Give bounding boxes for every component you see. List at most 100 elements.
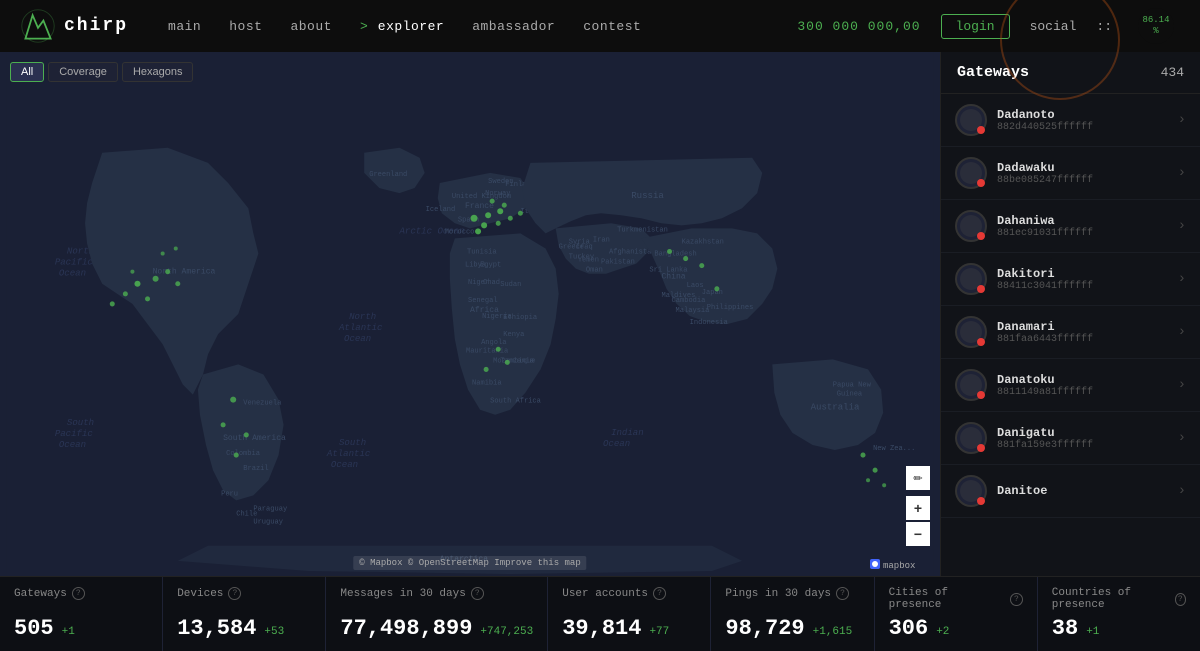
svg-text:Sri Lanka: Sri Lanka: [649, 267, 687, 275]
gateway-item[interactable]: Danatoku 8811149a81ffffff ›: [941, 359, 1200, 412]
svg-text:South: South: [339, 437, 366, 448]
sidebar-list: Dadanoto 882d440525ffffff › Dadawaku 88b…: [941, 94, 1200, 576]
logo-text: chirp: [64, 16, 128, 36]
map-zoom-out-button[interactable]: −: [906, 522, 930, 546]
gateway-item[interactable]: Danamari 881faa6443ffffff ›: [941, 306, 1200, 359]
gateway-avatar: [955, 422, 987, 454]
stat-value-row: 505 +1: [14, 616, 148, 641]
stat-info-icon[interactable]: ?: [836, 587, 849, 600]
gateway-name: Dadawaku: [997, 161, 1178, 175]
svg-text:Atlantic: Atlantic: [326, 448, 370, 459]
stat-info-icon[interactable]: ?: [1010, 593, 1023, 606]
svg-text:Russia: Russia: [631, 190, 664, 201]
svg-text:Sudan: Sudan: [500, 281, 521, 289]
gateway-status-dot: [977, 285, 985, 293]
nav-explorer[interactable]: explorer: [378, 19, 444, 34]
nav-host[interactable]: host: [229, 19, 262, 34]
stat-item: Devices ? 13,584 +53: [163, 577, 326, 651]
filter-coverage-button[interactable]: Coverage: [48, 62, 118, 82]
svg-text:Greenland: Greenland: [369, 171, 407, 179]
svg-text:France: France: [465, 202, 494, 211]
gateway-item[interactable]: Dadawaku 88be085247ffffff ›: [941, 147, 1200, 200]
stat-info-icon[interactable]: ?: [471, 587, 484, 600]
header-right: 300 000 000,00 login social :: 86.14 %: [797, 2, 1180, 50]
stat-info-icon[interactable]: ?: [1175, 593, 1186, 606]
stat-delta: +1: [62, 626, 75, 638]
main-nav: main host about > explorer ambassador co…: [168, 19, 797, 34]
gateway-info: Dakitori 88411c3041ffffff: [997, 267, 1178, 292]
filter-hexagons-button[interactable]: Hexagons: [122, 62, 194, 82]
gateway-info: Danitoe: [997, 484, 1178, 498]
main-content: All Coverage Hexagons North Pacific Ocea…: [0, 52, 1200, 576]
gateway-item[interactable]: Danitoe ›: [941, 465, 1200, 518]
stat-info-icon[interactable]: ?: [653, 587, 666, 600]
gateway-chevron-icon: ›: [1178, 271, 1186, 287]
stat-label-row: Devices ?: [177, 587, 311, 600]
map-zoom-in-button[interactable]: +: [906, 496, 930, 520]
gateway-avatar: [955, 157, 987, 189]
stat-value-row: 306 +2: [889, 616, 1023, 641]
gateway-status-dot: [977, 391, 985, 399]
map-container: All Coverage Hexagons North Pacific Ocea…: [0, 52, 940, 576]
gateway-address: 881faa6443ffffff: [997, 334, 1178, 345]
progress-circle: 86.14 %: [1132, 2, 1180, 50]
gateway-info: Dadanoto 882d440525ffffff: [997, 108, 1178, 133]
gateway-name: Danamari: [997, 320, 1178, 334]
stat-value-row: 13,584 +53: [177, 616, 311, 641]
filter-all-button[interactable]: All: [10, 62, 44, 82]
stat-item: Messages in 30 days ? 77,498,899 +747,25…: [326, 577, 548, 651]
svg-text:Laos: Laos: [687, 282, 704, 290]
gateway-item[interactable]: Danigatu 881fa159e3ffffff ›: [941, 412, 1200, 465]
gateway-info: Danatoku 8811149a81ffffff: [997, 373, 1178, 398]
stat-info-icon[interactable]: ?: [228, 587, 241, 600]
map-edit-button[interactable]: ✏: [906, 466, 930, 490]
stat-delta: +2: [936, 626, 949, 638]
stat-delta: +1,615: [813, 626, 853, 638]
gateway-status-dot: [977, 444, 985, 452]
svg-text:Chad: Chad: [483, 279, 500, 287]
nav-main[interactable]: main: [168, 19, 201, 34]
svg-text:Turkmenistan: Turkmenistan: [617, 226, 668, 234]
gateway-chevron-icon: ›: [1178, 218, 1186, 234]
stat-value: 306: [889, 616, 929, 641]
gateway-item[interactable]: Dahaniwa 881ec91031ffffff ›: [941, 200, 1200, 253]
stat-value-row: 77,498,899 +747,253: [340, 616, 533, 641]
svg-text:Morocco: Morocco: [445, 228, 475, 236]
map-attribution: © Mapbox © OpenStreetMap Improve this ma…: [353, 556, 586, 570]
stat-label-row: Messages in 30 days ?: [340, 587, 533, 600]
counter-display: 300 000 000,00: [797, 19, 920, 34]
gateway-address: 882d440525ffffff: [997, 122, 1178, 133]
svg-text:Indian: Indian: [611, 427, 644, 438]
gateway-avatar: [955, 475, 987, 507]
gateway-address: 88be085247ffffff: [997, 175, 1178, 186]
login-button[interactable]: login: [941, 14, 1010, 39]
svg-text:Pacific: Pacific: [55, 428, 93, 439]
gateway-name: Dakitori: [997, 267, 1178, 281]
stat-item: User accounts ? 39,814 +77: [548, 577, 711, 651]
svg-text:South: South: [67, 417, 94, 428]
header: chirp main host about > explorer ambassa…: [0, 0, 1200, 52]
stat-label: User accounts: [562, 588, 648, 600]
svg-text:Japan: Japan: [702, 289, 723, 297]
gateway-status-dot: [977, 179, 985, 187]
gateway-item[interactable]: Dakitori 88411c3041ffffff ›: [941, 253, 1200, 306]
world-map-svg: North Pacific Ocean Arctic Ocean North A…: [0, 52, 940, 576]
gateway-avatar: [955, 104, 987, 136]
nav-about[interactable]: about: [290, 19, 332, 34]
svg-text:Ocean: Ocean: [603, 438, 630, 449]
svg-text:Tunisia: Tunisia: [467, 249, 497, 257]
svg-text:Papua New: Papua New: [833, 382, 872, 390]
gateway-chevron-icon: ›: [1178, 483, 1186, 499]
nav-ambassador[interactable]: ambassador: [472, 19, 555, 34]
gateway-address: 881fa159e3ffffff: [997, 440, 1178, 451]
mapbox-logo: mapbox: [870, 556, 930, 570]
svg-text:Philippines: Philippines: [707, 304, 754, 312]
stat-info-icon[interactable]: ?: [72, 587, 85, 600]
gateway-item[interactable]: Dadanoto 882d440525ffffff ›: [941, 94, 1200, 147]
svg-text:Malaysia: Malaysia: [676, 307, 710, 315]
gateway-name: Danigatu: [997, 426, 1178, 440]
nav-contest[interactable]: contest: [583, 19, 641, 34]
svg-text:Pakistan: Pakistan: [601, 259, 635, 267]
gateway-address: 881ec91031ffffff: [997, 228, 1178, 239]
svg-text:Senegal: Senegal: [468, 297, 498, 305]
